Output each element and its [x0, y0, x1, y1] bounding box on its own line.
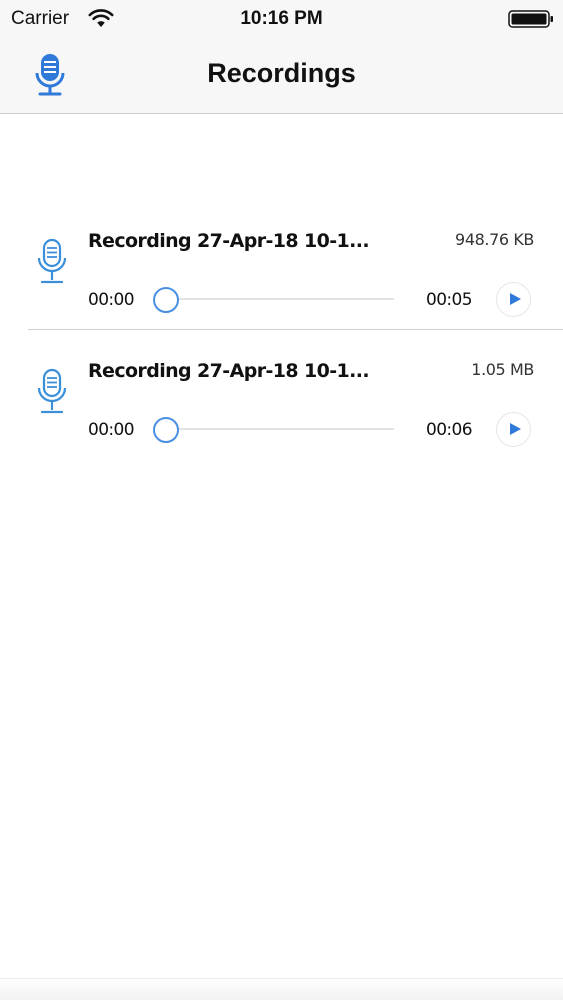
- duration: 00:06: [426, 420, 473, 440]
- play-button[interactable]: [496, 282, 531, 317]
- playback-slider-track[interactable]: [162, 298, 394, 300]
- current-time: 00:00: [88, 290, 135, 310]
- navigation-bar: Recordings: [0, 38, 563, 114]
- recordings-list: Recording 27-Apr-18 10-1... 948.76 KB 00…: [0, 200, 563, 460]
- play-icon: [510, 293, 521, 305]
- current-time: 00:00: [88, 420, 135, 440]
- recording-size: 948.76 KB: [455, 230, 534, 249]
- microphone-outline-icon: [37, 238, 67, 284]
- recording-title: Recording 27-Apr-18 10-1...: [88, 360, 370, 382]
- recording-row[interactable]: Recording 27-Apr-18 10-1... 1.05 MB 00:0…: [0, 330, 563, 460]
- duration: 00:05: [426, 290, 473, 310]
- recording-row[interactable]: Recording 27-Apr-18 10-1... 948.76 KB 00…: [0, 200, 563, 330]
- recordings-screen: Carrier 10:16 PM Recordings Recording 27…: [0, 0, 563, 1000]
- playback-slider-thumb[interactable]: [153, 287, 179, 313]
- microphone-outline-icon: [37, 368, 67, 414]
- bottom-bar: [0, 978, 563, 1000]
- status-time: 10:16 PM: [240, 8, 323, 29]
- playback-slider-track[interactable]: [162, 428, 394, 430]
- play-icon: [510, 423, 521, 435]
- play-button[interactable]: [496, 412, 531, 447]
- status-bar: Carrier 10:16 PM: [0, 0, 563, 38]
- recording-size: 1.05 MB: [471, 360, 534, 379]
- battery-icon: [508, 10, 553, 28]
- page-title: Recordings: [207, 58, 356, 88]
- playback-slider-thumb[interactable]: [153, 417, 179, 443]
- recording-title: Recording 27-Apr-18 10-1...: [88, 230, 370, 252]
